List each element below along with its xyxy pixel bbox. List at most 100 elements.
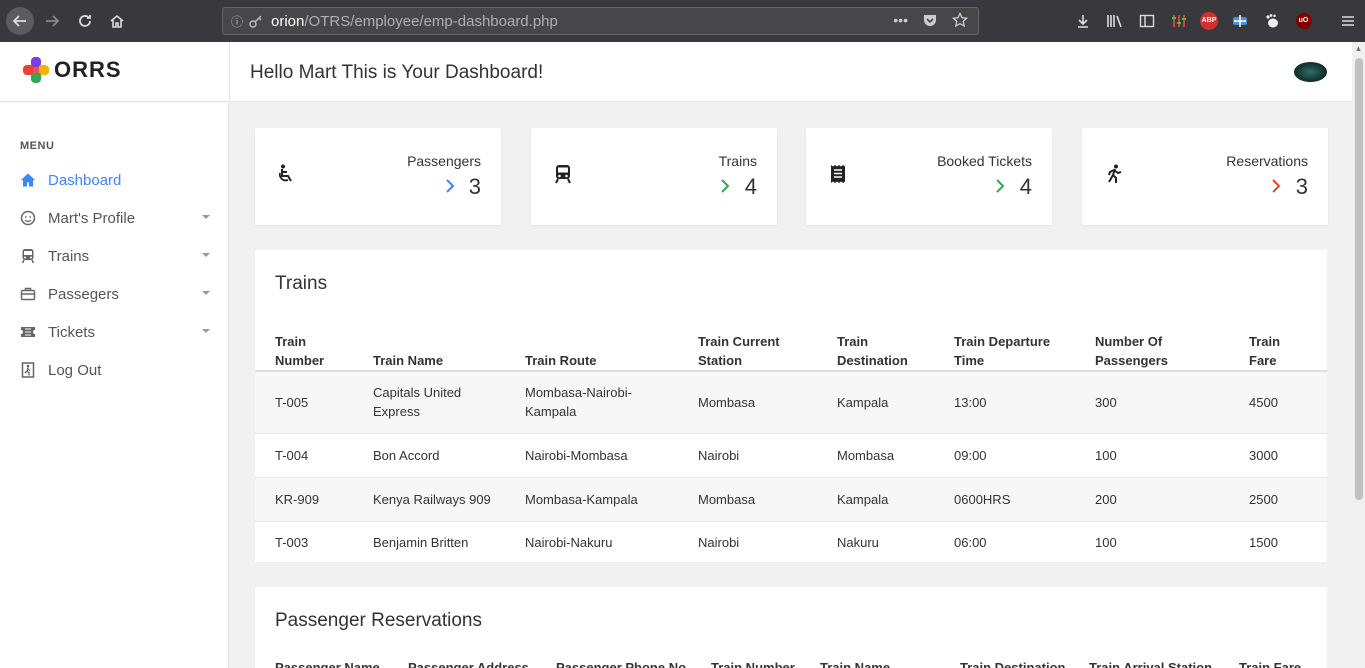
extension-puzzle-icon[interactable] bbox=[1229, 10, 1250, 31]
page-title: Hello Mart This is Your Dashboard! bbox=[250, 62, 544, 83]
sidebar-item-logout[interactable]: Log Out bbox=[20, 358, 210, 382]
reservations-card[interactable]: Reservations 3 bbox=[1082, 128, 1328, 225]
column-header[interactable]: Passenger Name bbox=[255, 658, 388, 668]
table-cell: Kenya Railways 909 bbox=[373, 491, 491, 507]
column-header[interactable]: Passenger Address bbox=[388, 658, 536, 668]
browser-toolbar: ⓘ orion/OTRS/employee/emp-dashboard.php … bbox=[0, 0, 1365, 42]
table-cell: Mombasa bbox=[698, 394, 756, 410]
forward-button[interactable] bbox=[38, 7, 66, 35]
booked-tickets-card[interactable]: Booked Tickets 4 bbox=[806, 128, 1052, 225]
table-cell: Nairobi bbox=[698, 447, 740, 463]
chevron-right-icon bbox=[721, 179, 730, 193]
column-header[interactable]: Train Current Station bbox=[678, 318, 817, 371]
sidebar-item-label: Passegers bbox=[48, 285, 119, 303]
download-icon[interactable] bbox=[1072, 10, 1093, 31]
chevron-right-icon bbox=[996, 179, 1005, 193]
more-options-icon[interactable]: ••• bbox=[893, 12, 908, 28]
sidebar-toggle-icon[interactable] bbox=[1136, 10, 1157, 31]
table-cell: 300 bbox=[1095, 394, 1117, 410]
logo[interactable]: ORRS bbox=[22, 56, 122, 84]
train-icon bbox=[555, 165, 571, 184]
avatar[interactable] bbox=[1294, 62, 1327, 82]
column-header[interactable]: Train Destination bbox=[940, 658, 1069, 668]
chevron-down-icon bbox=[202, 253, 210, 257]
trains-panel-title: Trains bbox=[275, 273, 328, 294]
card-value: 4 bbox=[744, 174, 757, 199]
table-cell: 100 bbox=[1095, 447, 1117, 463]
column-header[interactable]: Train Number bbox=[691, 658, 800, 668]
table-cell: 09:00 bbox=[954, 447, 987, 463]
table-cell: 13:00 bbox=[954, 394, 987, 410]
key-icon bbox=[249, 15, 262, 28]
bookmark-star-icon[interactable] bbox=[952, 12, 968, 28]
table-row[interactable]: T-005 Capitals United Express Mombasa-Na… bbox=[255, 371, 1327, 433]
back-button[interactable] bbox=[6, 7, 34, 35]
card-value: 3 bbox=[1295, 174, 1308, 199]
train-icon bbox=[20, 248, 36, 264]
table-row[interactable]: T-004 Bon Accord Nairobi-Mombasa Nairobi… bbox=[255, 433, 1327, 477]
column-header[interactable]: Train Number bbox=[255, 318, 353, 371]
table-cell: Mombasa bbox=[698, 491, 756, 507]
table-cell: 0600HRS bbox=[954, 491, 1011, 507]
column-header[interactable]: Passenger Phone No bbox=[536, 658, 691, 668]
gnome-foot-icon[interactable] bbox=[1261, 10, 1282, 31]
logo-flower-icon bbox=[23, 57, 49, 83]
column-header[interactable]: Number Of Passengers bbox=[1075, 318, 1229, 371]
table-cell: T-003 bbox=[275, 535, 309, 551]
home-button[interactable] bbox=[103, 7, 131, 35]
url-bar[interactable]: ⓘ orion/OTRS/employee/emp-dashboard.php … bbox=[222, 7, 979, 35]
trains-card[interactable]: Trains 4 bbox=[531, 128, 777, 225]
card-label: Passengers bbox=[407, 153, 481, 169]
logo-text: ORRS bbox=[54, 57, 122, 82]
table-cell: 200 bbox=[1095, 491, 1117, 507]
menu-title: MENU bbox=[20, 140, 55, 152]
sidebar-item-trains[interactable]: Trains bbox=[20, 244, 210, 268]
table-cell: 100 bbox=[1095, 535, 1117, 551]
table-header-row: Passenger Name Passenger Address Passeng… bbox=[255, 658, 1327, 668]
sidebar-item-dashboard[interactable]: Dashboard bbox=[20, 168, 210, 192]
column-header[interactable]: Train Fare bbox=[1219, 658, 1327, 668]
column-header[interactable]: Train Fare bbox=[1229, 318, 1327, 371]
column-header[interactable]: Train Arrival Station bbox=[1069, 658, 1219, 668]
reservations-panel-title: Passenger Reservations bbox=[275, 610, 482, 631]
table-cell: Nairobi bbox=[698, 535, 740, 551]
column-header[interactable]: Train Name bbox=[353, 318, 505, 371]
table-cell: KR-909 bbox=[275, 491, 320, 507]
hamburger-menu-icon[interactable] bbox=[1337, 10, 1358, 31]
table-cell: Nairobi-Mombasa bbox=[525, 447, 628, 463]
table-cell: Benjamin Britten bbox=[373, 535, 469, 551]
trains-table: Train Number Train Name Train Route Train… bbox=[255, 318, 1327, 564]
sidebar-item-tickets[interactable]: Tickets bbox=[20, 320, 210, 344]
scrollbar-thumb[interactable] bbox=[1355, 58, 1363, 500]
reload-button[interactable] bbox=[71, 7, 99, 35]
table-cell: Bon Accord bbox=[373, 447, 440, 463]
chevron-right-icon bbox=[1272, 179, 1281, 193]
adblock-icon[interactable]: ABP bbox=[1200, 11, 1218, 30]
sidebar: MENU Dashboard Mart's Profile Trains Pas… bbox=[0, 103, 229, 668]
passengers-card[interactable]: Passengers 3 bbox=[255, 128, 501, 225]
sidebar-item-passegers[interactable]: Passegers bbox=[20, 282, 210, 306]
column-header[interactable]: Train Route bbox=[505, 318, 678, 371]
library-icon[interactable] bbox=[1104, 10, 1125, 31]
column-header[interactable]: Train Destination bbox=[817, 318, 934, 371]
column-header[interactable]: Train Name bbox=[800, 658, 940, 668]
forward-arrow-icon bbox=[46, 15, 60, 27]
scroll-up-arrow-icon[interactable]: ▲ bbox=[1352, 42, 1365, 56]
home-icon bbox=[20, 172, 36, 188]
info-icon[interactable]: ⓘ bbox=[231, 13, 243, 30]
card-value: 4 bbox=[1019, 174, 1032, 199]
receipt-icon bbox=[831, 165, 845, 183]
table-cell: Mombasa-Nairobi-Kampala bbox=[525, 385, 632, 420]
equalizer-extension-icon[interactable] bbox=[1168, 10, 1189, 31]
table-cell: 06:00 bbox=[954, 535, 987, 551]
table-row[interactable]: T-003 Benjamin Britten Nairobi-Nakuru Na… bbox=[255, 521, 1327, 564]
table-cell: 4500 bbox=[1249, 394, 1278, 410]
sidebar-item-label: Dashboard bbox=[48, 171, 122, 189]
column-header[interactable]: Train Departure Time bbox=[934, 318, 1075, 371]
sidebar-item-profile[interactable]: Mart's Profile bbox=[20, 206, 210, 230]
pocket-icon[interactable] bbox=[922, 12, 938, 28]
table-row[interactable]: KR-909 Kenya Railways 909 Mombasa-Kampal… bbox=[255, 477, 1327, 521]
table-cell: Mombasa bbox=[837, 447, 895, 463]
reservations-table: Passenger Name Passenger Address Passeng… bbox=[255, 658, 1327, 668]
ublock-icon[interactable]: uO bbox=[1293, 10, 1314, 31]
